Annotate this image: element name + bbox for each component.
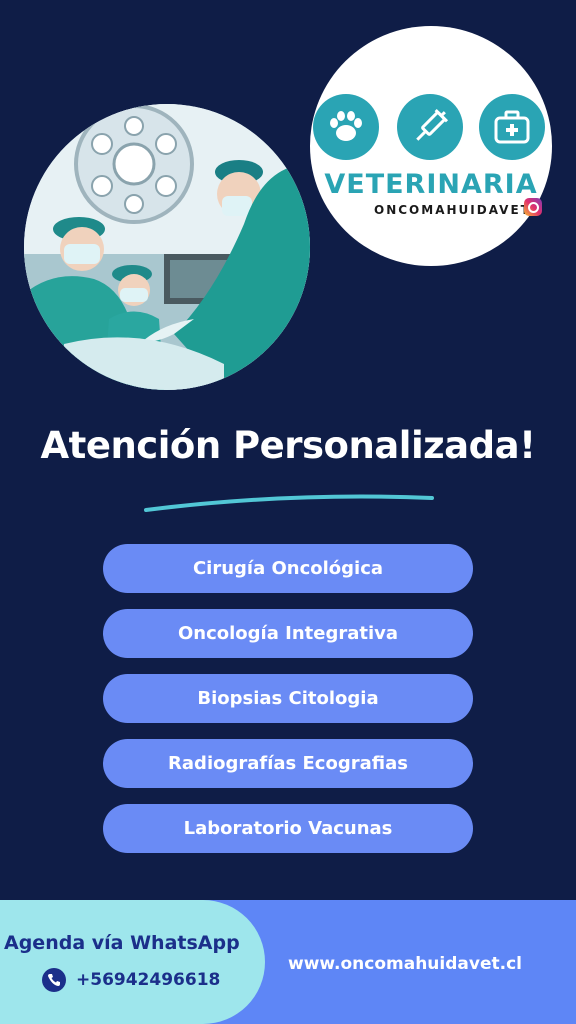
service-biopsias-citologia[interactable]: Biopsias Citologia (103, 674, 473, 723)
phone-icon (42, 968, 66, 992)
clinic-logo: VETERINARIA ONCOMAHUIDAVET (310, 26, 552, 266)
whatsapp-label: Agenda vía WhatsApp (4, 932, 240, 954)
website-link[interactable]: www.oncomahuidavet.cl (288, 954, 522, 974)
paw-icon (313, 94, 379, 160)
phone-number[interactable]: +56942496618 (76, 970, 220, 990)
service-cirugia-oncologica[interactable]: Cirugía Oncológica (103, 544, 473, 593)
medical-kit-icon (479, 94, 545, 160)
footer: Agenda vía WhatsApp +56942496618 www.onc… (0, 900, 576, 1024)
instagram-handle: ONCOMAHUIDAVET (374, 203, 531, 217)
instagram-icon[interactable] (524, 198, 542, 216)
logo-title: VETERINARIA (324, 169, 538, 200)
service-laboratorio-vacunas[interactable]: Laboratorio Vacunas (103, 804, 473, 853)
service-radiografias-ecografias[interactable]: Radiografías Ecografias (103, 739, 473, 788)
service-oncologia-integrativa[interactable]: Oncología Integrativa (103, 609, 473, 658)
surgery-photo (24, 104, 310, 390)
syringe-icon (397, 94, 463, 160)
heading-underline (144, 494, 434, 512)
page-heading: Atención Personalizada! (40, 424, 536, 467)
services-list: Cirugía Oncológica Oncología Integrativa… (103, 544, 473, 869)
whatsapp-contact[interactable]: Agenda vía WhatsApp +56942496618 (0, 900, 265, 1024)
